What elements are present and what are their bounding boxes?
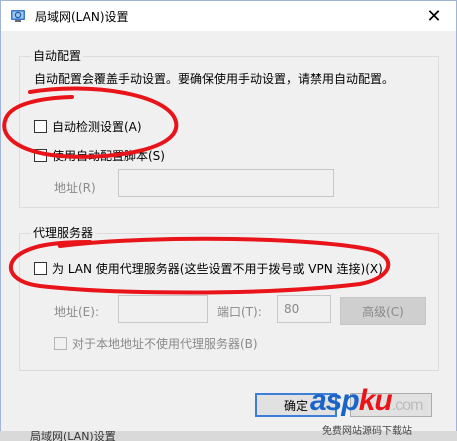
use-script-checkbox-box[interactable] [34,149,47,162]
proxy-address-label: 地址(E): [54,305,99,319]
window-title: 局域网(LAN)设置 [35,10,129,24]
proxy-group-label: 代理服务器 [31,224,96,241]
proxy-port-input[interactable]: 80 [277,295,331,323]
close-icon: ✕ [426,5,442,27]
use-script-checkbox[interactable]: 使用自动配置脚本(S) [34,147,165,164]
title-bar: 局域网(LAN)设置 ✕ [1,1,456,31]
use-proxy-label: 为 LAN 使用代理服务器(这些设置不用于拨号或 VPN 连接)(X) [52,262,383,276]
watermark-logo: aspku.com [310,384,423,417]
auto-detect-checkbox-box[interactable] [34,120,47,133]
lan-settings-dialog: 局域网(LAN)设置 ✕ 自动配置 自动配置会覆盖手动设置。要确保使用手动设置，… [0,0,457,432]
network-settings-icon [11,10,25,22]
use-script-label: 使用自动配置脚本(S) [52,149,165,163]
bypass-local-checkbox[interactable]: 对于本地地址不使用代理服务器(B) [54,335,258,352]
auto-config-group-label: 自动配置 [31,47,84,64]
use-proxy-checkbox[interactable]: 为 LAN 使用代理服务器(这些设置不用于拨号或 VPN 连接)(X) [34,260,383,277]
use-proxy-checkbox-box[interactable] [34,262,47,275]
auto-config-description: 自动配置会覆盖手动设置。要确保使用手动设置，请禁用自动配置。 [34,72,395,86]
proxy-address-input[interactable] [118,295,208,323]
site-watermark: aspku.com 免费网站源码下载站 [300,382,457,441]
bypass-local-checkbox-box[interactable] [54,337,67,350]
advanced-button[interactable]: 高级(C) [340,297,426,325]
script-address-input[interactable] [118,169,334,197]
auto-detect-checkbox[interactable]: 自动检测设置(A) [34,118,142,135]
watermark-tagline: 免费网站源码下载站 [322,426,412,437]
script-address-label: 地址(R) [54,181,96,195]
bypass-local-label: 对于本地地址不使用代理服务器(B) [72,337,258,351]
proxy-port-label: 端口(T): [217,305,262,319]
close-button[interactable]: ✕ [412,1,456,31]
background-window-title: 局域网(LAN)设置 [30,431,116,441]
auto-detect-label: 自动检测设置(A) [52,120,142,134]
